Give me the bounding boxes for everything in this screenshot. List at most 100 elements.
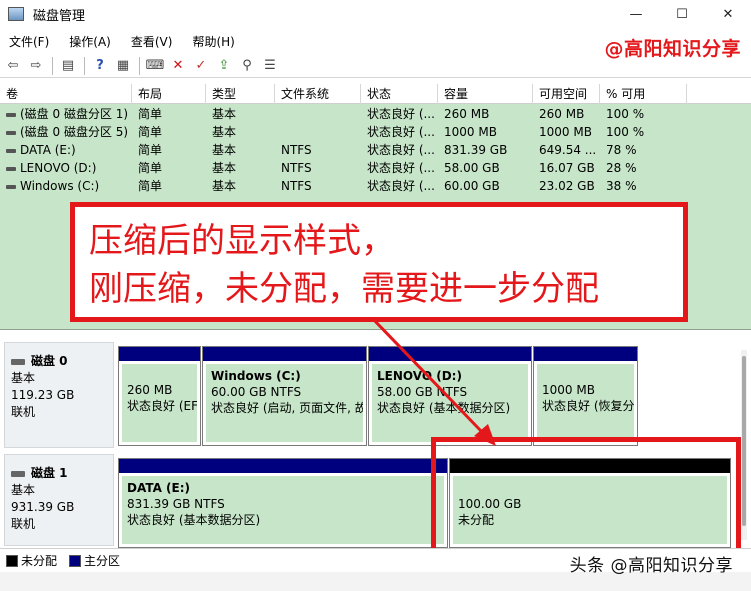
annotation-line-1: 压缩后的显示样式， (89, 221, 395, 261)
disk-icon (11, 470, 25, 477)
volume-layout: 简单 (138, 179, 163, 193)
disk-name: 磁盘 0 (31, 354, 68, 368)
import-button[interactable]: ⇪ (215, 57, 233, 75)
partition-disk1-data-e[interactable]: DATA (E:) 831.39 GB NTFS 状态良好 (基本数据分区) (118, 458, 448, 548)
partition-disk0-lenovo-d[interactable]: LENOVO (D:) 58.00 GB NTFS 状态良好 (基本数据分区) (368, 346, 532, 446)
column-header-capacity[interactable]: 容量 (438, 84, 533, 104)
volume-type: 基本 (212, 161, 237, 175)
disk-0-label[interactable]: 磁盘 0 基本 119.23 GB 联机 (4, 342, 114, 448)
table-row[interactable]: Windows (C:) 简单 基本 NTFS 状态良好 (... 60.00 … (0, 177, 751, 195)
column-header-volume[interactable]: 卷 (0, 84, 132, 104)
column-header-status[interactable]: 状态 (361, 84, 438, 104)
column-header-layout[interactable]: 布局 (132, 84, 206, 104)
search-button[interactable]: ⚲ (238, 57, 256, 75)
disk-1-label[interactable]: 磁盘 1 基本 931.39 GB 联机 (4, 454, 114, 546)
annotation-line-2: 刚压缩，未分配，需要进一步分配 (89, 269, 599, 309)
partition-disk0-efi[interactable]: 260 MB 状态良好 (EF (118, 346, 201, 446)
volume-status: 状态良好 (... (367, 125, 435, 139)
partition-size: 260 MB (127, 383, 173, 397)
title-bar: 磁盘管理 — ☐ ✕ (0, 0, 751, 28)
column-header-free-space[interactable]: 可用空间 (533, 84, 600, 104)
disk-size: 119.23 GB (11, 388, 75, 402)
table-row[interactable]: (磁盘 0 磁盘分区 1) 简单 基本 状态良好 (... 260 MB 260… (0, 105, 751, 123)
primary-partition-bar (119, 459, 447, 473)
close-icon: ✕ (722, 6, 734, 22)
view-button[interactable]: ▦ (114, 57, 132, 75)
settings-icon: ☰ (264, 58, 276, 73)
column-header-type[interactable]: 类型 (206, 84, 275, 104)
back-button[interactable]: ⇦ (4, 57, 22, 75)
volume-status: 状态良好 (... (367, 107, 435, 121)
volume-fs (275, 105, 361, 123)
disk-name: 磁盘 1 (31, 466, 68, 480)
menu-help[interactable]: 帮助(H) (185, 33, 241, 50)
volume-capacity: 831.39 GB (444, 143, 508, 157)
menu-view[interactable]: 查看(V) (124, 33, 180, 50)
menu-action[interactable]: 操作(A) (62, 33, 118, 50)
help-button[interactable]: ? (91, 57, 109, 75)
volume-capacity: 1000 MB (444, 125, 497, 139)
check-icon: ✓ (195, 58, 207, 73)
connect-button[interactable]: ⌨ (146, 57, 165, 75)
volume-fs: NTFS (281, 143, 312, 157)
partition-status: 状态良好 (基本数据分区) (377, 401, 511, 415)
column-header-filesystem[interactable]: 文件系统 (275, 84, 361, 104)
volume-capacity: 260 MB (444, 107, 490, 121)
table-row[interactable]: LENOVO (D:) 简单 基本 NTFS 状态良好 (... 58.00 G… (0, 159, 751, 177)
toolbar: ⇦ ⇨ ▤ ? ▦ ⌨ ✕ ✓ ⇪ ⚲ ☰ (0, 54, 751, 78)
partition-status: 状态良好 (恢复分 (542, 399, 634, 413)
table-row[interactable]: (磁盘 0 磁盘分区 5) 简单 基本 状态良好 (... 1000 MB 10… (0, 123, 751, 141)
partition-size: 58.00 GB NTFS (377, 385, 468, 399)
volume-icon (6, 130, 16, 135)
volume-type: 基本 (212, 125, 237, 139)
disk-icon (11, 358, 25, 365)
partition-size: 1000 MB (542, 383, 595, 397)
volume-name: DATA (E:) (20, 143, 76, 157)
volume-type: 基本 (212, 107, 237, 121)
minimize-icon: — (629, 6, 643, 22)
properties-button[interactable]: ▤ (59, 57, 77, 75)
volume-free: 16.07 GB (539, 161, 595, 175)
forward-button[interactable]: ⇨ (27, 57, 45, 75)
partition-title: DATA (E:) (127, 481, 190, 495)
properties-icon: ▤ (61, 58, 75, 73)
volume-type: 基本 (212, 179, 237, 193)
partition-title: LENOVO (D:) (377, 369, 462, 383)
volume-pct: 38 % (606, 179, 637, 193)
check-button[interactable]: ✓ (192, 57, 210, 75)
volume-icon (6, 112, 16, 117)
delete-icon: ✕ (172, 58, 184, 73)
volume-list-header: 卷 布局 类型 文件系统 状态 容量 可用空间 % 可用 (0, 84, 751, 104)
table-row[interactable]: DATA (E:) 简单 基本 NTFS 状态良好 (... 831.39 GB… (0, 141, 751, 159)
window-title: 磁盘管理 (33, 8, 86, 24)
import-icon: ⇪ (218, 58, 230, 73)
volume-free: 260 MB (539, 107, 585, 121)
volume-fs: NTFS (281, 179, 312, 193)
annotation-callout: 压缩后的显示样式， 刚压缩，未分配，需要进一步分配 (70, 202, 688, 322)
maximize-button[interactable]: ☐ (659, 0, 705, 28)
toolbar-separator (84, 56, 85, 75)
legend-primary-label: 主分区 (84, 554, 121, 568)
volume-name: (磁盘 0 磁盘分区 5) (20, 125, 129, 139)
volume-status: 状态良好 (... (367, 179, 435, 193)
minimize-button[interactable]: — (613, 0, 659, 28)
volume-status: 状态良好 (... (367, 143, 435, 157)
help-icon: ? (96, 58, 104, 73)
search-icon: ⚲ (242, 58, 252, 73)
menu-file[interactable]: 文件(F) (2, 33, 56, 50)
delete-button[interactable]: ✕ (169, 57, 187, 75)
scrollbar-thumb[interactable] (742, 356, 746, 526)
volume-status: 状态良好 (... (367, 161, 435, 175)
disk-state: 联机 (11, 517, 36, 531)
settings-button[interactable]: ☰ (261, 57, 279, 75)
volume-layout: 简单 (138, 107, 163, 121)
volume-free: 1000 MB (539, 125, 592, 139)
close-button[interactable]: ✕ (705, 0, 751, 28)
volume-type: 基本 (212, 143, 237, 157)
partition-disk0-windows-c[interactable]: Windows (C:) 60.00 GB NTFS 状态良好 (启动, 页面文… (202, 346, 367, 446)
column-header-percent-free[interactable]: % 可用 (600, 84, 687, 104)
vertical-scrollbar[interactable] (741, 350, 747, 540)
volume-layout: 简单 (138, 125, 163, 139)
legend-unallocated-swatch (6, 554, 18, 567)
partition-disk0-recovery[interactable]: 1000 MB 状态良好 (恢复分 (533, 346, 638, 446)
